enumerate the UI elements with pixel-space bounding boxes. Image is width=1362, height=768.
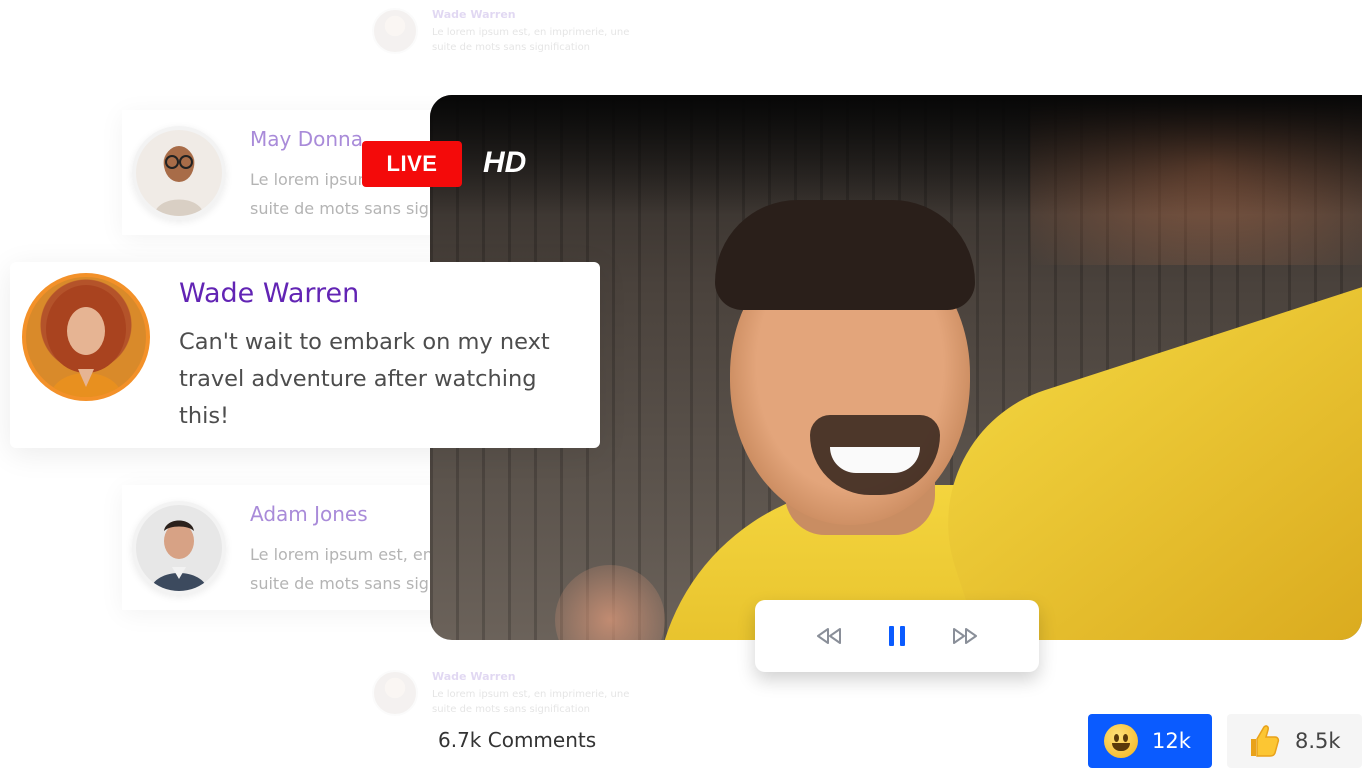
fast-forward-icon — [953, 628, 977, 644]
hd-badge: HD — [483, 146, 527, 179]
reaction-count: 8.5k — [1295, 729, 1341, 753]
commenter-name: May Donna — [250, 127, 363, 151]
reaction-smiley-button[interactable]: 12k — [1088, 714, 1212, 768]
live-badge: LIVE — [362, 141, 462, 187]
featured-comment: Wade Warren Can't wait to embark on my n… — [10, 262, 600, 448]
avatar — [372, 8, 418, 54]
faded-comment-top: Wade Warren Le lorem ipsum est, en impri… — [362, 0, 639, 63]
rewind-button[interactable] — [815, 621, 843, 651]
rewind-icon — [817, 628, 841, 644]
avatar — [132, 126, 226, 220]
avatar — [132, 501, 226, 595]
commenter-name: Wade Warren — [432, 670, 516, 683]
reaction-count: 12k — [1152, 729, 1191, 753]
avatar-portrait-icon — [150, 520, 208, 591]
fast-forward-button[interactable] — [951, 621, 979, 651]
avatar — [22, 273, 150, 401]
pause-button[interactable] — [887, 621, 907, 651]
comment-text: Can't wait to embark on my next travel a… — [179, 329, 550, 429]
pause-icon — [889, 626, 905, 646]
avatar-portrait-icon — [154, 146, 204, 216]
thumbs-up-emoji-icon — [1251, 725, 1280, 757]
playback-controls — [755, 600, 1039, 672]
avatar-portrait-icon — [46, 285, 126, 397]
commenter-name: Wade Warren — [179, 278, 360, 309]
faded-comment-bottom: Wade Warren Le lorem ipsum est, en impri… — [362, 662, 639, 725]
reaction-thumbs-up-button[interactable]: 8.5k — [1227, 714, 1362, 768]
commenter-name: Adam Jones — [250, 502, 368, 526]
comment-text: Le lorem ipsum est, en imprimerie, une s… — [432, 689, 630, 715]
comment-text: Le lorem ipsum est, en imprimerie, une s… — [432, 27, 630, 53]
avatar — [372, 670, 418, 716]
comment-card-adam-jones: Adam Jones Le lorem ipsum est, en imprim… — [122, 485, 462, 610]
comments-count[interactable]: 6.7k Comments — [438, 728, 596, 752]
commenter-name: Wade Warren — [432, 8, 516, 21]
smiley-emoji-icon — [1104, 724, 1138, 758]
